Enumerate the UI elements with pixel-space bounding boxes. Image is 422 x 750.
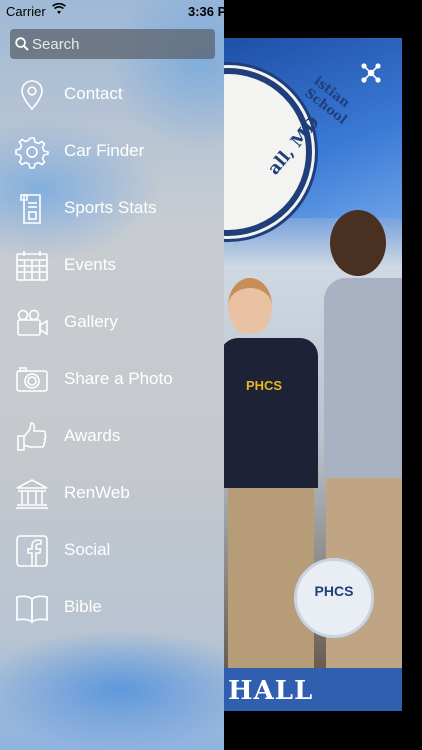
calendar-icon [15,249,49,283]
video-camera-icon [15,306,49,340]
menu-label-share-a-photo: Share a Photo [64,369,173,388]
menu-label-bible: Bible [64,597,102,616]
menu-item-share-a-photo[interactable]: Share a Photo [0,351,224,408]
search-icon [15,37,29,51]
facebook-icon [15,534,49,568]
camera-icon [15,363,49,397]
book-icon [15,591,49,625]
boy-shirt [224,338,318,488]
carrier-label: Carrier [6,4,46,19]
bottom-banner: HALL [224,668,402,711]
gear-icon [15,135,49,169]
hero-image: istian School all, MD PHCS PHCS [224,38,402,711]
menu-item-gallery[interactable]: Gallery [0,294,224,351]
man-head [330,210,386,276]
menu-label-awards: Awards [64,426,121,445]
wifi-icon [52,3,66,14]
map-pin-icon [15,78,49,112]
boy-head [228,278,272,334]
menu-label-social: Social [64,540,111,559]
clock-time: 3:36 P [188,4,227,19]
menu-label-contact: Contact [64,84,123,103]
thumbs-up-icon [15,420,49,454]
photo-student-boy: PHCS [224,278,324,711]
menu-label-car-finder: Car Finder [64,141,145,160]
building-icon [15,477,49,511]
status-bar: Carrier 3:36 P [0,0,422,22]
shirt-logo: PHCS [245,378,283,393]
man-shirt [324,278,402,478]
badge-logo: PHCS [314,583,354,599]
menu-label-gallery: Gallery [64,312,118,331]
menu-item-bible[interactable]: Bible [0,579,224,636]
menu-label-sports-stats: Sports Stats [64,198,157,217]
menu-label-renweb: RenWeb [64,483,130,502]
menu-item-events[interactable]: Events [0,237,224,294]
document-icon [15,192,49,226]
menu-item-awards[interactable]: Awards [0,408,224,465]
panthers-badge: PHCS [294,558,374,638]
menu-label-events: Events [64,255,116,274]
banner-text: HALL [228,676,314,706]
menu-item-sports-stats[interactable]: Sports Stats [0,180,224,237]
side-drawer: Contact Car Finder Sports St [0,0,224,750]
share-network-icon[interactable] [360,62,382,84]
menu-item-renweb[interactable]: RenWeb [0,465,224,522]
drawer-menu: Contact Car Finder Sports Stats Events G… [0,66,224,636]
search-bar[interactable] [10,29,215,59]
menu-item-contact[interactable]: Contact [0,66,224,123]
menu-item-car-finder[interactable]: Car Finder [0,123,224,180]
menu-item-social[interactable]: Social [0,522,224,579]
search-input[interactable] [32,34,210,54]
